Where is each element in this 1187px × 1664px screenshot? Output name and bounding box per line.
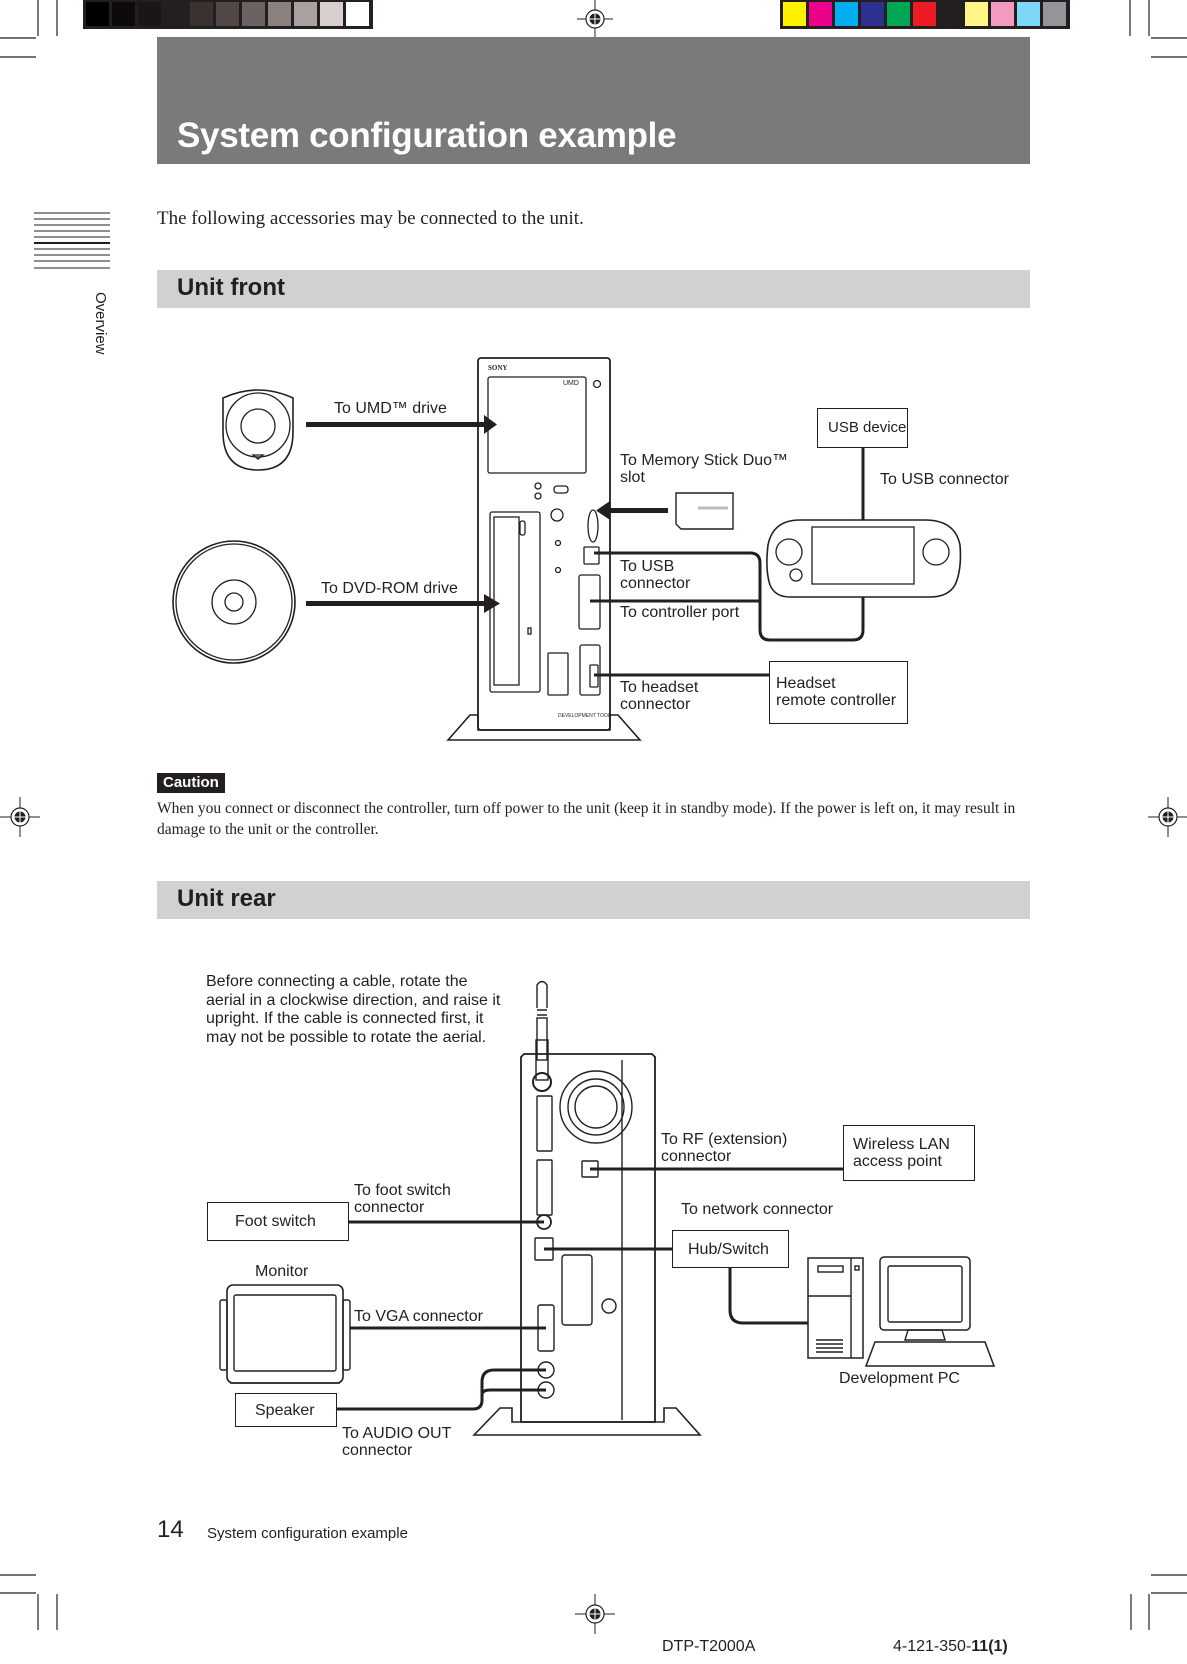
label-audio-2: connector: [342, 1442, 413, 1459]
label-audio-1: To AUDIO OUT: [342, 1425, 452, 1442]
imprint-code: 4-121-350-11(1): [893, 1638, 1008, 1656]
monitor-icon: [219, 1284, 351, 1384]
footer-section-title: System configuration example: [207, 1525, 408, 1542]
imprint-code-prefix: 4-121-350-: [893, 1638, 972, 1655]
wireless-lan-label-2: access point: [853, 1153, 942, 1170]
wireless-lan-box: Wireless LAN access point: [843, 1125, 975, 1181]
hub-switch-label: Hub/Switch: [688, 1241, 769, 1258]
label-vga-connector: To VGA connector: [354, 1308, 483, 1325]
label-monitor: Monitor: [255, 1263, 309, 1280]
foot-switch-label: Foot switch: [235, 1213, 316, 1230]
label-foot-1: To foot switch: [354, 1182, 451, 1199]
speaker-box: Speaker: [235, 1393, 337, 1427]
label-foot-2: connector: [354, 1199, 425, 1216]
hub-switch-box: Hub/Switch: [672, 1230, 789, 1268]
page-number: 14: [157, 1516, 184, 1543]
rear-diagram: [219, 980, 996, 1436]
unit-rear-body: [472, 1053, 702, 1436]
pc-monitor-icon: [864, 1256, 996, 1367]
imprint-code-suffix: 11(1): [971, 1638, 1008, 1655]
wireless-lan-label-1: Wireless LAN: [853, 1136, 950, 1153]
imprint-model: DTP-T2000A: [662, 1638, 756, 1655]
label-rf-1: To RF (extension): [661, 1131, 788, 1148]
aerial-icon: [532, 980, 552, 1092]
speaker-label: Speaker: [255, 1402, 315, 1419]
pc-tower-icon: [807, 1257, 864, 1359]
label-network-connector: To network connector: [681, 1201, 834, 1218]
label-rf-2: connector: [661, 1148, 732, 1165]
label-development-pc: Development PC: [839, 1370, 960, 1387]
foot-switch-box: Foot switch: [207, 1202, 349, 1241]
